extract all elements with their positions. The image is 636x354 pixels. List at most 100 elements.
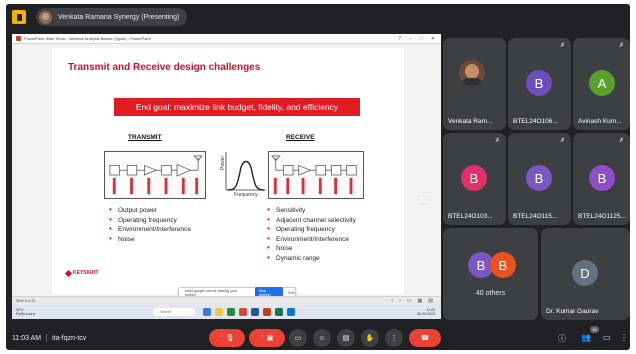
presenter-label: Venkata Ramana Synergy (Presenting) — [58, 13, 180, 21]
participant-name: Dr. Kumar Gaurav — [546, 308, 599, 315]
meeting-code: ita-fqzn-tcv — [52, 334, 87, 342]
close-icon[interactable]: ✕ — [431, 36, 435, 42]
mic-muted-icon: ✗ — [559, 43, 565, 49]
taskview-icon[interactable] — [203, 308, 212, 316]
taskbar-apps — [203, 308, 296, 316]
mic-off-icon: 🎙 — [225, 335, 235, 342]
transmit-diagram — [104, 151, 206, 199]
leave-call-button[interactable]: ☎ — [409, 329, 441, 347]
others-count: 40 others — [475, 290, 506, 297]
info-icon[interactable]: ⓘ — [558, 333, 566, 344]
powerpoint-icon — [16, 36, 21, 41]
edge-icon[interactable] — [227, 308, 236, 316]
list-item: Operating frequency — [266, 224, 356, 235]
chat-icon[interactable]: ▭ — [603, 333, 611, 342]
shared-screen: PowerPoint Slide Show - Network Analysis… — [12, 34, 441, 319]
receive-heading: RECEIVE — [286, 134, 315, 141]
slide-counter: Slide 8 of 30 — [16, 299, 36, 303]
participant-tile[interactable]: D Dr. Kumar Gaurav — [541, 228, 630, 320]
meet-window: Venkata Ramana Synergy (Presenting) Powe… — [6, 4, 630, 350]
mic-muted-icon: ✗ — [494, 138, 500, 144]
powerpoint-statusbar: Slide 8 of 30 ‹ › ▭ ▦ ▤ — [12, 296, 441, 305]
prev-slide-icon[interactable]: ‹ — [391, 298, 393, 304]
chevron-up-icon[interactable]: ⌃ — [261, 335, 265, 341]
participant-photo — [459, 60, 485, 86]
people-icon[interactable]: 👥 — [581, 333, 591, 342]
presenter-chip[interactable]: Venkata Ramana Synergy (Presenting) — [36, 8, 188, 26]
mic-muted-icon: ✗ — [618, 43, 624, 49]
spectrum-xlabel: Frequency — [234, 192, 258, 198]
hand-icon: ✋ — [365, 335, 375, 342]
mic-muted-icon: ✗ — [559, 138, 565, 144]
avatar: A — [589, 70, 615, 96]
word-icon[interactable] — [251, 308, 260, 316]
others-tile[interactable]: B B 40 others — [443, 228, 538, 320]
activities-icon[interactable]: ⋮ — [620, 333, 628, 342]
keysight-logo: KEYSIGHT — [64, 269, 99, 277]
list-item: Adjacent channel selectivity — [266, 215, 356, 226]
powerpoint-taskbar-icon[interactable] — [263, 308, 272, 316]
present-button[interactable]: ▤ — [337, 329, 355, 347]
participant-tile[interactable]: ✗ B BTEL24O103... — [443, 133, 506, 225]
system-tray-clock[interactable]: 11:03 30-09-2023 — [417, 308, 441, 316]
meeting-time: 11:03 AM — [12, 334, 42, 342]
slide: Transmit and Receive design challenges E… — [52, 48, 404, 294]
transmit-heading: TRANSMIT — [128, 134, 162, 141]
participant-count-badge: 48 — [590, 326, 599, 333]
presenter-avatar — [39, 10, 52, 24]
raise-hand-button[interactable]: ✋ — [361, 329, 379, 347]
next-slide-icon[interactable]: › — [399, 298, 401, 304]
powerpoint-titlebar: PowerPoint Slide Show - Network Analysis… — [12, 34, 441, 44]
participant-name: BTEL24O115... — [513, 213, 558, 220]
avatar: B — [526, 165, 552, 191]
avatar: B — [589, 165, 615, 191]
avatar: B — [490, 252, 516, 278]
participant-name: Avinash Kum... — [578, 118, 622, 125]
participant-tile[interactable]: ✗ B BTEL24O106... — [508, 38, 571, 130]
emoji-button[interactable]: ☺ — [313, 329, 331, 347]
captions-button[interactable]: ▭ — [289, 329, 307, 347]
hide-button[interactable]: Hide — [288, 291, 295, 295]
weather-widget[interactable]: 32°C Partly sunny — [16, 308, 35, 316]
chevron-up-icon[interactable]: ⌃ — [219, 335, 223, 341]
separator — [46, 334, 48, 342]
camera-toggle-button[interactable]: ⌃ ▣ — [249, 329, 285, 347]
participant-name: BTEL24O103... — [448, 213, 493, 220]
reading-view-icon[interactable]: ▤ — [428, 298, 433, 304]
windows-taskbar: 32°C Partly sunny ⌕ Search 11:03 30-09-2… — [12, 305, 441, 319]
participant-tile[interactable]: ✗ B BTEL24O115... — [508, 133, 571, 225]
pin-presentation-icon[interactable]: ⇲ — [419, 192, 431, 204]
list-item: Environment/Interference — [108, 224, 191, 235]
chrome-icon[interactable] — [239, 308, 248, 316]
mic-muted-icon: ✗ — [618, 138, 624, 144]
minimize-icon[interactable]: – — [409, 36, 412, 42]
mic-toggle-button[interactable]: ⌃ 🎙 — [209, 329, 245, 347]
list-item: Dynamic range — [266, 253, 356, 264]
list-item: Operating frequency — [108, 215, 191, 226]
list-item: Output power — [108, 205, 191, 216]
powerpoint-window-title: PowerPoint Slide Show - Network Analysis… — [24, 36, 151, 41]
goal-banner: End goal: maximize link budget, fidelity… — [114, 98, 360, 116]
meeting-controls-bar: 11:03 AM ita-fqzn-tcv ⌃ 🎙 ⌃ ▣ ▭ ☺ ▤ ✋ ⋮ … — [6, 326, 630, 350]
list-item: Sensitivity — [266, 205, 356, 216]
participant-tile[interactable]: ✗ A Avinash Kum... — [573, 38, 630, 130]
participant-tile[interactable]: ✗ B BTEL24O1125... — [573, 133, 630, 225]
help-icon[interactable]: ? — [398, 36, 401, 42]
file-explorer-icon[interactable] — [215, 308, 224, 316]
avatar: B — [526, 70, 552, 96]
captions-icon: ▭ — [294, 335, 302, 342]
store-icon[interactable] — [287, 308, 296, 316]
more-options-button[interactable]: ⋮ — [385, 329, 403, 347]
avatar: D — [572, 260, 598, 286]
slide-title: Transmit and Receive design challenges — [68, 62, 261, 73]
grid-view-icon[interactable]: ▦ — [418, 298, 423, 304]
normal-view-icon[interactable]: ▭ — [407, 298, 412, 304]
receive-diagram — [268, 151, 364, 199]
participant-name: BTEL24O106... — [513, 118, 558, 125]
taskbar-search[interactable]: ⌕ Search — [153, 308, 196, 316]
participant-tile[interactable]: Venkata Ram... — [443, 38, 506, 130]
maximize-icon[interactable]: □ — [420, 36, 423, 42]
excel-icon[interactable] — [275, 308, 284, 316]
camera-off-icon: ▣ — [266, 335, 274, 342]
list-item: Environment/Interference — [266, 234, 356, 245]
